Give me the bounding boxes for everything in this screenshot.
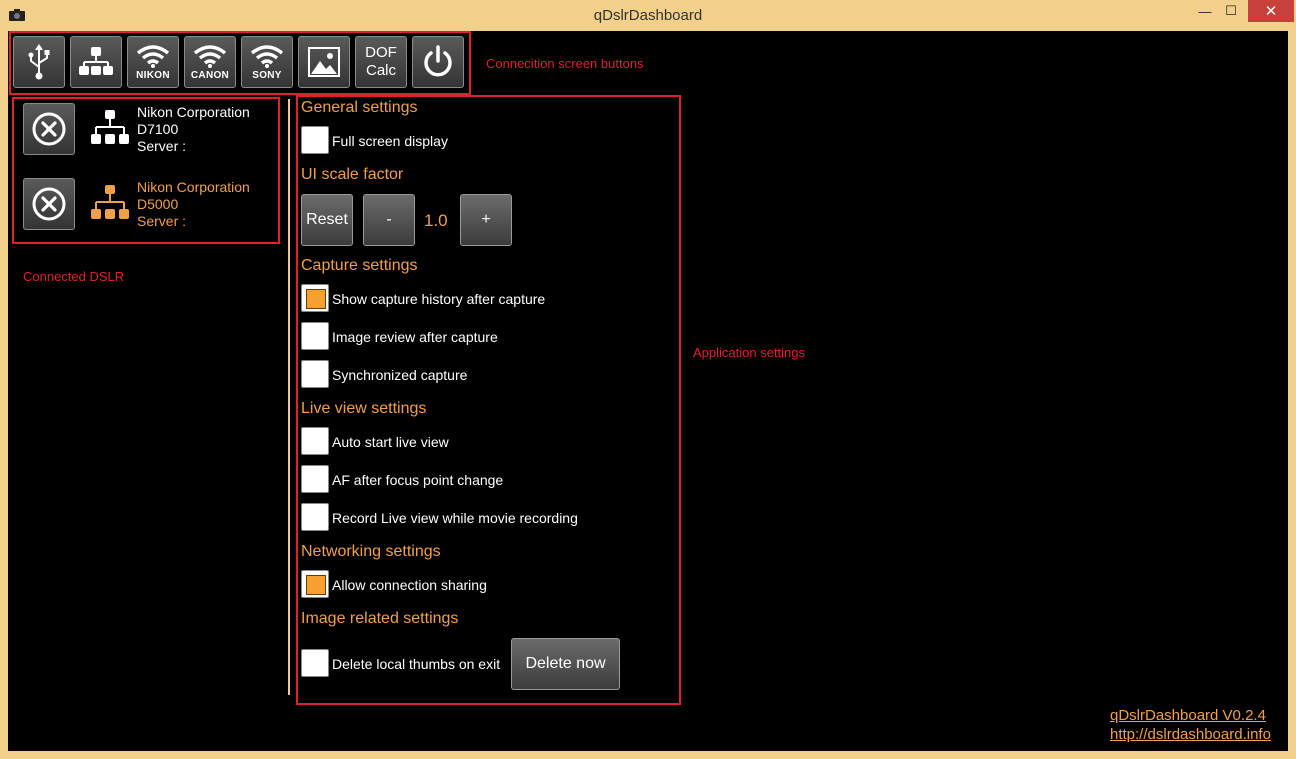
nikon-wifi-button[interactable]: NIKON: [127, 36, 179, 88]
auto-liveview-label: Auto start live view: [332, 434, 449, 450]
device-vendor: Nikon Corporation: [137, 179, 250, 195]
dof-calc-button[interactable]: DOF Calc: [355, 36, 407, 88]
network-connect-button[interactable]: [70, 36, 122, 88]
network-icon: [91, 110, 129, 144]
af-focus-label: AF after focus point change: [332, 472, 504, 488]
minimize-button[interactable]: —: [1191, 0, 1219, 22]
device-model: D7100: [137, 121, 179, 137]
image-settings-header: Image related settings: [301, 610, 459, 627]
device-server: Server :: [137, 138, 187, 154]
delete-thumbs-label: Delete local thumbs on exit: [332, 656, 501, 672]
scale-value: 1.0: [424, 211, 448, 230]
device-model: D5000: [137, 196, 179, 212]
networking-settings-header: Networking settings: [301, 543, 441, 560]
close-circle-icon: [32, 112, 66, 146]
sync-capture-label: Synchronized capture: [332, 367, 468, 383]
show-history-checkbox[interactable]: [301, 284, 329, 312]
full-screen-label: Full screen display: [332, 133, 448, 149]
connection-sharing-label: Allow connection sharing: [332, 577, 487, 593]
annotation-application-settings: Application settings: [693, 345, 806, 360]
record-liveview-label: Record Live view while movie recording: [332, 510, 578, 526]
ui-scale-header: UI scale factor: [301, 166, 404, 183]
scale-reset-button[interactable]: Reset: [301, 194, 353, 246]
wifi-icon: [250, 44, 284, 68]
af-focus-checkbox[interactable]: [301, 465, 329, 493]
power-icon: [424, 45, 452, 77]
website-link[interactable]: http://dslrdashboard.info: [1110, 726, 1271, 743]
device-server: Server :: [137, 213, 187, 229]
image-icon: [308, 47, 340, 77]
network-icon: [91, 185, 129, 219]
nikon-label: NIKON: [136, 69, 170, 81]
scale-increase-button[interactable]: +: [460, 194, 512, 246]
panel-divider: [288, 99, 290, 695]
device-vendor: Nikon Corporation: [137, 104, 250, 120]
disconnect-button[interactable]: [23, 178, 75, 230]
image-review-label: Image review after capture: [332, 329, 498, 345]
sony-label: SONY: [252, 69, 282, 81]
window-title: qDslrDashboard: [593, 7, 703, 24]
general-settings-header: General settings: [301, 99, 418, 116]
delete-now-button[interactable]: Delete now: [511, 638, 620, 690]
connection-sharing-checkbox[interactable]: [301, 570, 329, 598]
annotation-connection-buttons: Connecition screen buttons: [486, 56, 644, 71]
image-review-checkbox[interactable]: [301, 322, 329, 350]
sony-wifi-button[interactable]: SONY: [241, 36, 293, 88]
connected-device-info[interactable]: Nikon Corporation D7100 Server :: [137, 104, 250, 155]
usb-icon: [28, 44, 50, 80]
calc-label: Calc: [365, 62, 396, 79]
canon-label: CANON: [190, 69, 230, 81]
wifi-icon: [136, 44, 170, 68]
title-bar: qDslrDashboard — ☐ ✕: [0, 0, 1296, 31]
show-history-label: Show capture history after capture: [332, 291, 546, 307]
capture-settings-header: Capture settings: [301, 257, 418, 274]
usb-connect-button[interactable]: [13, 36, 65, 88]
sync-capture-checkbox[interactable]: [301, 360, 329, 388]
app-client-area: Connecition screen buttons NIKON CANON S…: [8, 31, 1288, 751]
version-link[interactable]: qDslrDashboard V0.2.4: [1110, 707, 1266, 724]
delete-thumbs-checkbox[interactable]: [301, 649, 329, 677]
maximize-button[interactable]: ☐: [1217, 0, 1245, 22]
annotation-connected-dslr: Connected DSLR: [23, 269, 125, 284]
auto-liveview-checkbox[interactable]: [301, 427, 329, 455]
wifi-icon: [193, 44, 227, 68]
power-button[interactable]: [412, 36, 464, 88]
full-screen-checkbox[interactable]: [301, 126, 329, 154]
scale-decrease-button[interactable]: -: [363, 194, 415, 246]
record-liveview-checkbox[interactable]: [301, 503, 329, 531]
liveview-settings-header: Live view settings: [301, 400, 427, 417]
network-icon: [79, 47, 113, 75]
dof-label: DOF: [365, 44, 397, 61]
disconnect-button[interactable]: [23, 103, 75, 155]
close-window-button[interactable]: ✕: [1248, 0, 1294, 22]
image-viewer-button[interactable]: [298, 36, 350, 88]
connected-device-info[interactable]: Nikon Corporation D5000 Server :: [137, 179, 250, 230]
canon-wifi-button[interactable]: CANON: [184, 36, 236, 88]
close-circle-icon: [32, 187, 66, 221]
